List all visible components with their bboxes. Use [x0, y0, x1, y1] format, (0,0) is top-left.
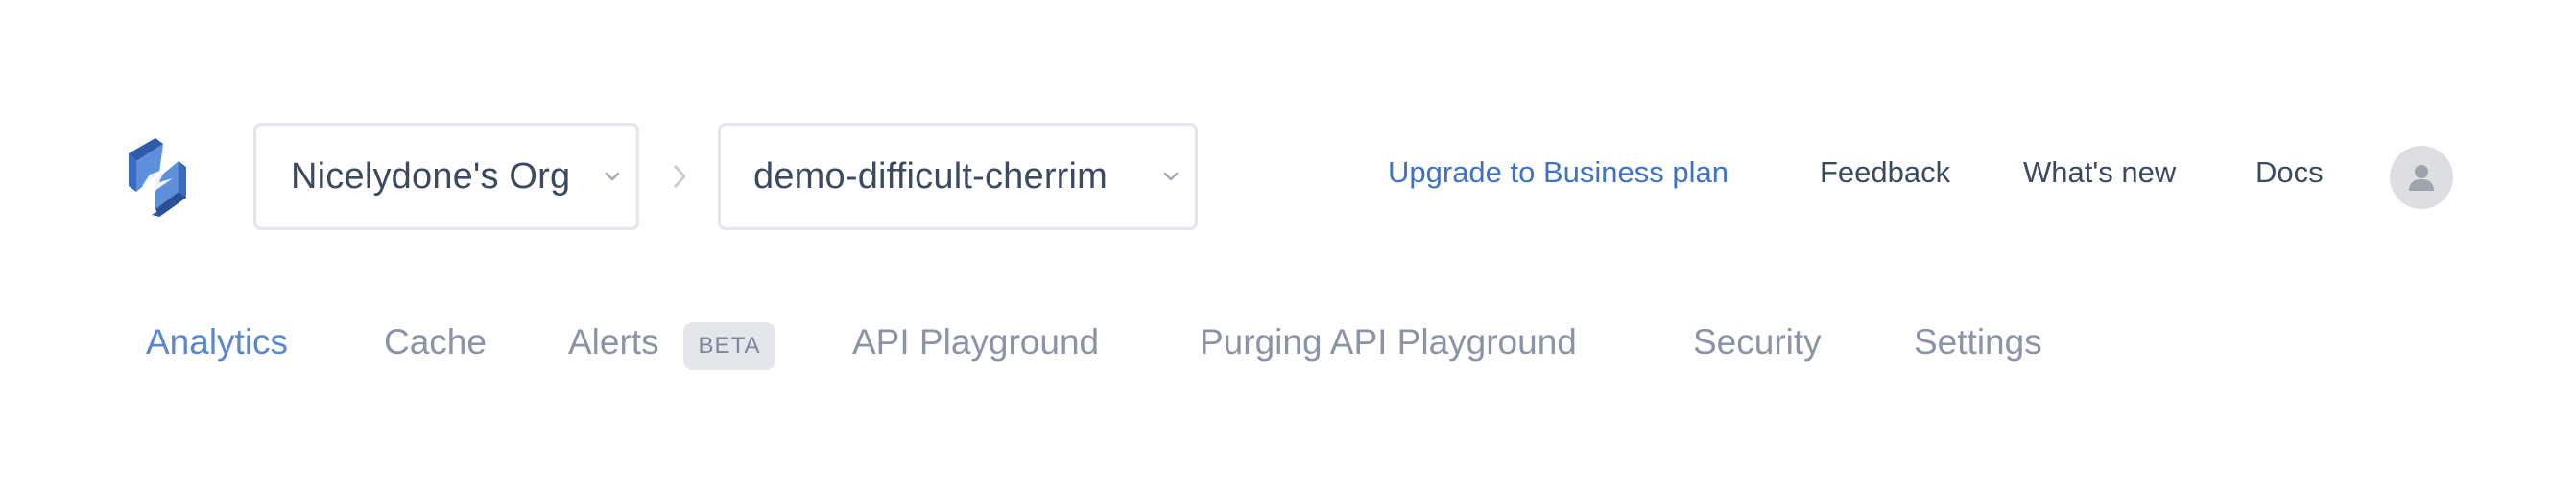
chevron-down-icon	[1160, 166, 1181, 187]
chevron-right-icon	[668, 161, 691, 192]
page: Nicelydone's Org demo-difficult-cherrim …	[0, 0, 2576, 491]
avatar[interactable]	[2390, 146, 2453, 209]
tab-security[interactable]: Security	[1693, 322, 1822, 362]
chevron-down-icon	[602, 166, 623, 187]
tab-purging-api-playground[interactable]: Purging API Playground	[1200, 322, 1577, 362]
tab-api-playground[interactable]: API Playground	[852, 322, 1099, 362]
whats-new-link[interactable]: What's new	[2023, 155, 2176, 198]
beta-badge: BETA	[683, 322, 775, 370]
user-icon	[2405, 161, 2438, 194]
project-selector-label: demo-difficult-cherrim	[753, 155, 1109, 197]
project-selector[interactable]: demo-difficult-cherrim	[718, 123, 1198, 230]
tab-analytics[interactable]: Analytics	[146, 322, 288, 362]
upgrade-plan-link[interactable]: Upgrade to Business plan	[1388, 155, 1729, 198]
docs-link[interactable]: Docs	[2255, 155, 2324, 198]
bolt-logo-icon[interactable]	[121, 136, 194, 217]
org-selector-label: Nicelydone's Org	[291, 155, 571, 197]
tab-alerts[interactable]: Alerts	[568, 322, 659, 362]
tab-cache[interactable]: Cache	[384, 322, 487, 362]
feedback-link[interactable]: Feedback	[1820, 155, 1950, 198]
tab-settings[interactable]: Settings	[1914, 322, 2042, 362]
org-selector[interactable]: Nicelydone's Org	[253, 123, 639, 230]
